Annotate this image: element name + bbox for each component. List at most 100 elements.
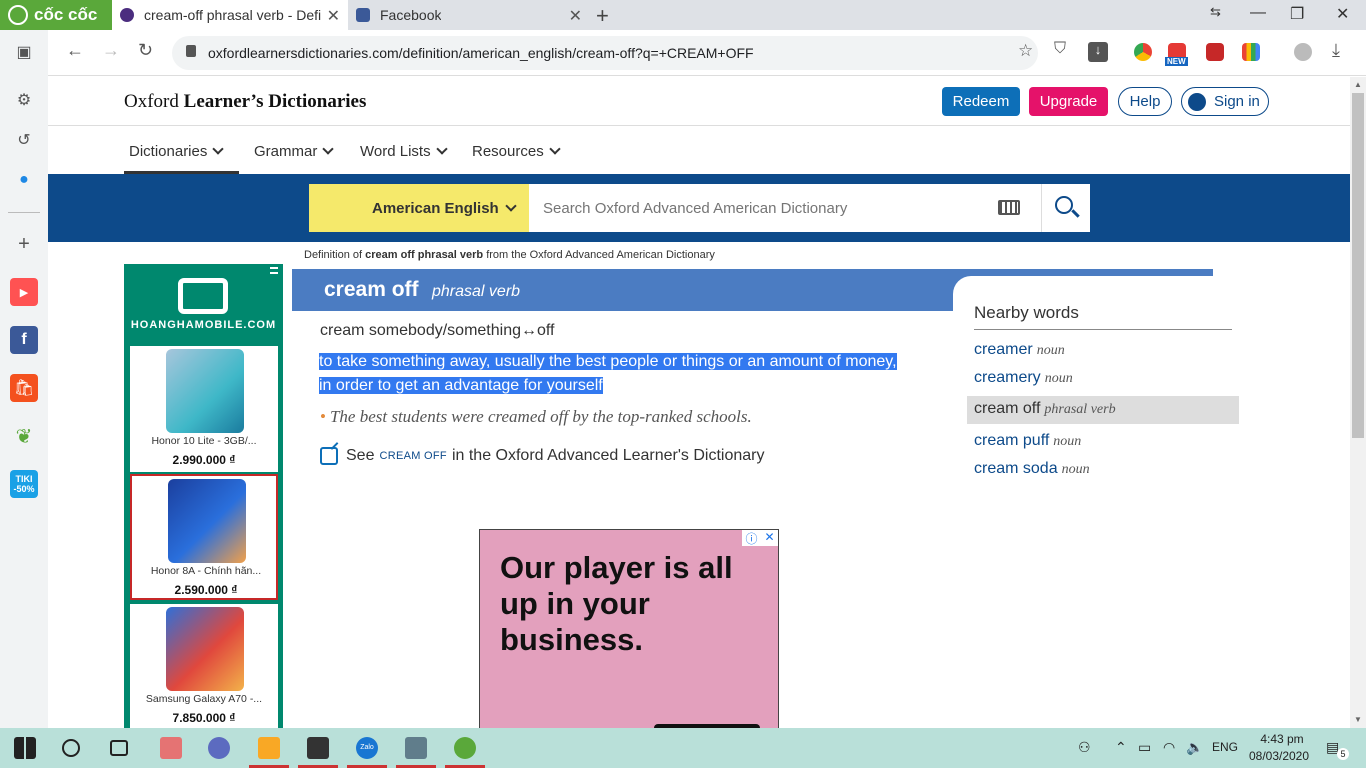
cortana-icon[interactable]	[62, 739, 80, 757]
ad-product[interactable]: Honor 10 Lite - 3GB/... 2.990.000 ₫	[130, 346, 278, 472]
ad-close-icon[interactable]: ✕	[764, 530, 774, 546]
shield-icon[interactable]: ⛉	[1054, 40, 1066, 58]
download-video-icon[interactable]: ↓	[1088, 42, 1108, 62]
tray-expand-icon[interactable]: ⌃	[1115, 739, 1127, 756]
tab-dictionary[interactable]: cream-off phrasal verb - Defi ✕	[112, 0, 348, 30]
nearby-word-current: cream off phrasal verb	[967, 396, 1239, 424]
chrome-extension-icon[interactable]	[1134, 43, 1152, 61]
oxford-logo[interactable]: Oxford Learner’s Dictionaries	[124, 91, 366, 113]
app-icon[interactable]	[405, 737, 427, 759]
hoanghamobile-ad[interactable]: HOANGHAMOBILE.COM Honor 10 Lite - 3GB/..…	[124, 264, 283, 728]
history-icon[interactable]: ↺	[10, 126, 38, 154]
coccoc-leaf-icon	[8, 5, 28, 25]
nearby-word-link[interactable]: cream puff noun	[974, 432, 1081, 450]
ad-product[interactable]: Samsung Galaxy A70 -... 7.850.000 ₫	[130, 604, 278, 728]
new-tab-icon[interactable]: +	[596, 3, 609, 29]
nearby-word-link[interactable]: creamer noun	[974, 341, 1065, 359]
hoanghamobile-logo-icon	[178, 278, 228, 314]
scroll-down-icon[interactable]: ▼	[1354, 715, 1362, 724]
language-indicator[interactable]: ENG	[1212, 740, 1238, 754]
chevron-down-icon	[435, 143, 448, 155]
nearby-word-link[interactable]: creamery noun	[974, 369, 1073, 387]
example-text: The best students were creamed off by th…	[329, 407, 752, 426]
search-button[interactable]	[1041, 184, 1090, 232]
coccoc-taskbar-icon[interactable]	[454, 737, 476, 759]
close-window-icon[interactable]: ✕	[1336, 4, 1349, 24]
zalo-icon[interactable]: Zalo	[356, 737, 378, 759]
upgrade-button[interactable]: Upgrade	[1029, 87, 1108, 116]
scrollbar-thumb[interactable]	[1352, 93, 1364, 438]
youtube-icon[interactable]: ▶	[10, 278, 38, 306]
sign-in-button[interactable]: Sign in	[1181, 87, 1269, 116]
restore-icon[interactable]: ❐	[1290, 4, 1304, 24]
help-button[interactable]: Help	[1118, 87, 1172, 116]
ad-headline: Our player is all up in your business.	[500, 550, 733, 657]
nearby-pos: noun	[1036, 343, 1065, 358]
file-explorer-icon[interactable]	[258, 737, 280, 759]
bookmark-star-icon[interactable]: ☆	[1018, 41, 1033, 61]
app-icon[interactable]	[160, 737, 182, 759]
ad-info-icon[interactable]: ⓘ	[745, 530, 757, 546]
nearby-word: creamery	[974, 369, 1041, 386]
part-of-speech: phrasal verb	[432, 283, 521, 300]
nearby-word-link[interactable]: cream soda noun	[974, 460, 1090, 478]
messenger-icon[interactable]: ●	[10, 166, 38, 194]
coccoc-logo[interactable]: cốc cốc	[0, 0, 112, 30]
ad-menu-icon[interactable]	[270, 267, 278, 274]
coccoc-leaf-icon[interactable]: ❦	[10, 422, 38, 450]
see-also-link[interactable]: See cream off in the Oxford Advanced Lea…	[320, 447, 765, 465]
windows-taskbar: Zalo ⚇ ⌃ ▭ ◠ 🔈 ENG 4:43 pm 08/03/2020 ▤ …	[0, 728, 1366, 768]
address-bar[interactable]: oxfordlearnersdictionaries.com/definitio…	[172, 36, 1038, 70]
clock-date[interactable]: 08/03/2020	[1246, 749, 1312, 763]
minimize-icon[interactable]: —	[1250, 4, 1266, 22]
facebook-icon[interactable]: f	[10, 326, 38, 354]
battery-icon[interactable]: ▭	[1138, 739, 1151, 756]
definition-line: in order to get an advantage for yoursel…	[319, 377, 603, 394]
back-icon[interactable]: ←	[66, 40, 84, 61]
red-extension-icon[interactable]	[1206, 43, 1224, 61]
new-badge: NEW	[1165, 57, 1188, 66]
nav-word-lists[interactable]: Word Lists	[360, 143, 448, 160]
app-icon[interactable]	[208, 737, 230, 759]
dictionary-select[interactable]: American English	[309, 184, 529, 232]
shopee-icon[interactable]: 🛍	[10, 374, 38, 402]
forward-icon[interactable]: →	[102, 40, 120, 61]
add-shortcut-icon[interactable]: +	[10, 230, 38, 258]
display-ad[interactable]: ⓘ ✕ Our player is all up in your busines…	[479, 529, 779, 728]
nearby-words-panel: Nearby words creamer noun creamery noun cr…	[953, 276, 1243, 496]
downloads-icon[interactable]: ⤓	[1332, 40, 1340, 61]
url-text[interactable]: oxfordlearnersdictionaries.com/definitio…	[208, 45, 754, 61]
clock-time[interactable]: 4:43 pm	[1252, 732, 1312, 746]
people-icon[interactable]: ⚇	[1078, 739, 1091, 756]
tiki-icon[interactable]: TIKI -50%	[10, 470, 38, 498]
volume-icon[interactable]: 🔈	[1186, 739, 1203, 756]
sign-in-label: Sign in	[1214, 93, 1260, 110]
page-scrollbar[interactable]: ▲ ▼	[1350, 77, 1366, 728]
tab-search-icon[interactable]: ⇆	[1210, 4, 1221, 20]
colorful-extension-icon[interactable]	[1242, 43, 1260, 61]
see-word[interactable]: cream off	[379, 450, 446, 462]
definition: to take something away, usually the best…	[319, 350, 939, 398]
close-tab-icon[interactable]: ✕	[327, 6, 340, 26]
facebook-favicon-icon	[356, 8, 370, 22]
tab-facebook[interactable]: Facebook ✕	[348, 0, 590, 30]
scroll-up-icon[interactable]: ▲	[1354, 80, 1362, 89]
nearby-word: cream off	[974, 400, 1041, 417]
sidebar-panel-icon[interactable]: ▣	[10, 38, 38, 66]
nav-dictionaries[interactable]: Dictionaries	[129, 143, 225, 160]
ad-product[interactable]: Honor 8A - Chính hãn... 2.590.000 ₫	[130, 474, 278, 600]
close-tab-icon[interactable]: ✕	[569, 6, 582, 26]
product-name: Honor 8A - Chính hãn...	[150, 565, 262, 577]
avatar[interactable]	[1294, 43, 1312, 61]
reload-icon[interactable]: ↻	[138, 40, 153, 61]
app-icon[interactable]	[307, 737, 329, 759]
redeem-button[interactable]: Redeem	[942, 87, 1020, 116]
settings-icon[interactable]: ⚙	[10, 86, 38, 114]
windows-start-icon[interactable]	[14, 737, 36, 759]
keyboard-icon[interactable]	[998, 200, 1020, 215]
nav-grammar[interactable]: Grammar	[254, 143, 335, 160]
search-input[interactable]	[529, 184, 1041, 232]
nav-resources[interactable]: Resources	[472, 143, 561, 160]
task-view-icon[interactable]	[110, 740, 128, 756]
wifi-icon[interactable]: ◠	[1163, 739, 1175, 756]
